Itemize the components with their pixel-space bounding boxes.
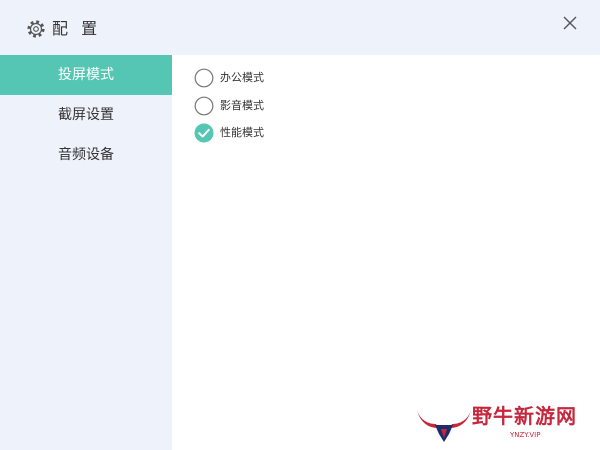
option-label: 办公模式 [220,71,264,84]
dialog-title: 配 置 [52,19,102,38]
radio-unchecked-icon[interactable] [194,68,214,88]
close-icon[interactable] [561,14,579,32]
option-label: 性能模式 [220,126,264,139]
sidebar-item-label: 投屏模式 [58,67,114,83]
sidebar-item-label: 音频设备 [58,147,114,163]
bull-logo-icon [417,410,471,442]
radio-checked-icon[interactable] [194,123,214,143]
sidebar-item-label: 截屏设置 [58,107,114,123]
gear-icon [27,20,45,38]
watermark-text: 野牛新游网 [472,404,577,428]
watermark-url: YNZY.VIP [510,431,541,439]
title-bar: 配 置 [0,0,600,55]
sidebar: 投屏模式 截屏设置 音频设备 [0,55,172,450]
sidebar-item-audio-devices[interactable]: 音频设备 [0,135,172,175]
sidebar-item-screenshot-settings[interactable]: 截屏设置 [0,95,172,135]
settings-panel: 办公模式 影音模式 性能模式 [172,55,600,450]
option-label: 影音模式 [220,99,264,112]
sidebar-item-screen-cast-mode[interactable]: 投屏模式 [0,55,172,95]
radio-unchecked-icon[interactable] [194,96,214,116]
